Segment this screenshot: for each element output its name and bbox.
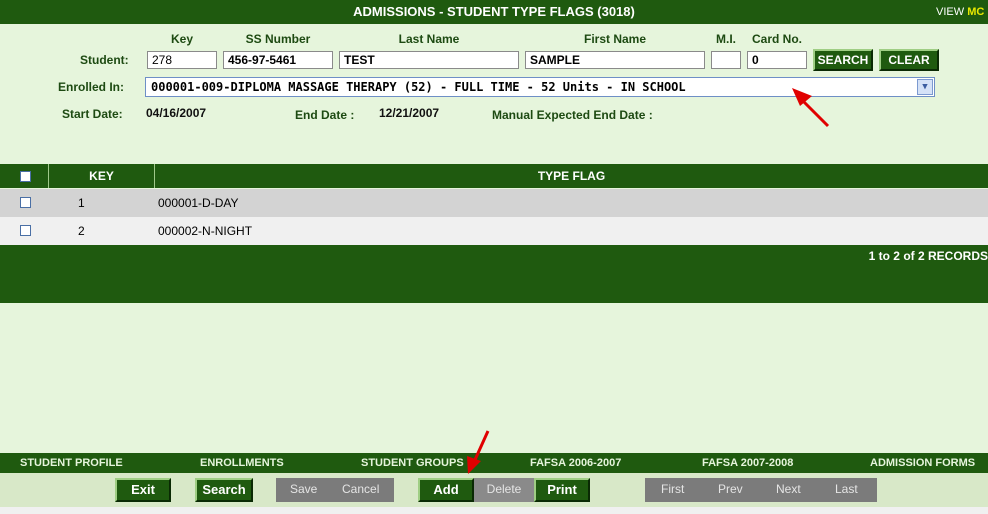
prev-page-button[interactable]: Prev <box>718 478 743 500</box>
start-date-value: 04/16/2007 <box>146 106 207 120</box>
start-date-label: Start Date: <box>62 107 123 121</box>
enrolled-in-label: Enrolled In: <box>58 80 124 94</box>
view-label: VIEW <box>936 6 965 18</box>
end-date-label: End Date : <box>295 108 355 122</box>
first-page-button[interactable]: First <box>661 478 684 500</box>
view-mode-value: MC <box>967 6 985 18</box>
tab-student-groups[interactable]: STUDENT GROUPS <box>361 453 464 473</box>
table-row[interactable]: 1 000001-D-DAY <box>0 189 988 217</box>
grid-footer <box>0 245 988 303</box>
save-cancel-group: Save Cancel <box>276 478 394 502</box>
ss-number-header: SS Number <box>245 32 311 46</box>
row-checkbox[interactable] <box>20 225 31 236</box>
first-name-header: First Name <box>583 32 647 46</box>
enrollment-select-value: 000001-009-DIPLOMA MASSAGE THERAPY (52) … <box>151 80 686 94</box>
tab-fafsa-2006-2007[interactable]: FAFSA 2006-2007 <box>530 453 621 473</box>
annotation-arrow-icon <box>792 88 830 128</box>
mi-input[interactable] <box>711 51 741 69</box>
row-key: 2 <box>78 224 85 238</box>
last-page-button[interactable]: Last <box>835 478 858 500</box>
record-count: 1 to 2 of 2 RECORDS <box>868 249 988 263</box>
status-strip <box>0 507 988 514</box>
manual-end-date-label: Manual Expected End Date : <box>492 108 653 122</box>
print-button[interactable]: Print <box>534 478 590 502</box>
save-button[interactable]: Save <box>290 478 317 500</box>
page-title: ADMISSIONS - STUDENT TYPE FLAGS (3018) <box>353 4 635 19</box>
annotation-arrow-icon <box>467 430 490 474</box>
type-flag-column-header[interactable]: TYPE FLAG <box>155 164 988 188</box>
row-checkbox[interactable] <box>20 197 31 208</box>
add-button[interactable]: Add <box>418 478 474 502</box>
tab-admission-forms[interactable]: ADMISSION FORMS <box>870 453 975 473</box>
last-name-header: Last Name <box>398 32 460 46</box>
clear-button[interactable]: CLEAR <box>879 49 939 71</box>
row-key: 1 <box>78 196 85 210</box>
row-type-flag: 000002-N-NIGHT <box>158 224 253 238</box>
end-date-value: 12/21/2007 <box>379 106 440 120</box>
select-all-checkbox[interactable] <box>20 171 31 182</box>
ss-number-input[interactable]: 456-97-5461 <box>223 51 333 69</box>
last-name-input[interactable]: TEST <box>339 51 519 69</box>
pager-group: First Prev Next Last <box>645 478 877 502</box>
table-row[interactable]: 2 000002-N-NIGHT <box>0 217 988 245</box>
mi-header: M.I. <box>716 32 736 46</box>
key-column-header[interactable]: KEY <box>49 164 154 188</box>
search-student-button[interactable]: SEARCH <box>813 49 873 71</box>
cancel-button[interactable]: Cancel <box>342 478 379 500</box>
tab-student-profile[interactable]: STUDENT PROFILE <box>20 453 123 473</box>
exit-button[interactable]: Exit <box>115 478 171 502</box>
student-key-input[interactable]: 278 <box>147 51 217 69</box>
key-header: Key <box>170 32 193 46</box>
row-type-flag: 000001-D-DAY <box>158 196 239 210</box>
search-button[interactable]: Search <box>195 478 253 502</box>
card-no-input[interactable]: 0 <box>747 51 807 69</box>
card-no-header: Card No. <box>751 32 802 46</box>
view-mode-indicator[interactable]: VIEW MC <box>936 0 984 24</box>
student-label: Student: <box>80 53 129 67</box>
tab-fafsa-2007-2008[interactable]: FAFSA 2007-2008 <box>702 453 793 473</box>
tab-enrollments[interactable]: ENROLLMENTS <box>200 453 284 473</box>
chevron-down-icon[interactable]: ▼ <box>917 79 933 95</box>
delete-button[interactable]: Delete <box>474 478 534 502</box>
next-page-button[interactable]: Next <box>776 478 801 500</box>
first-name-input[interactable]: SAMPLE <box>525 51 705 69</box>
